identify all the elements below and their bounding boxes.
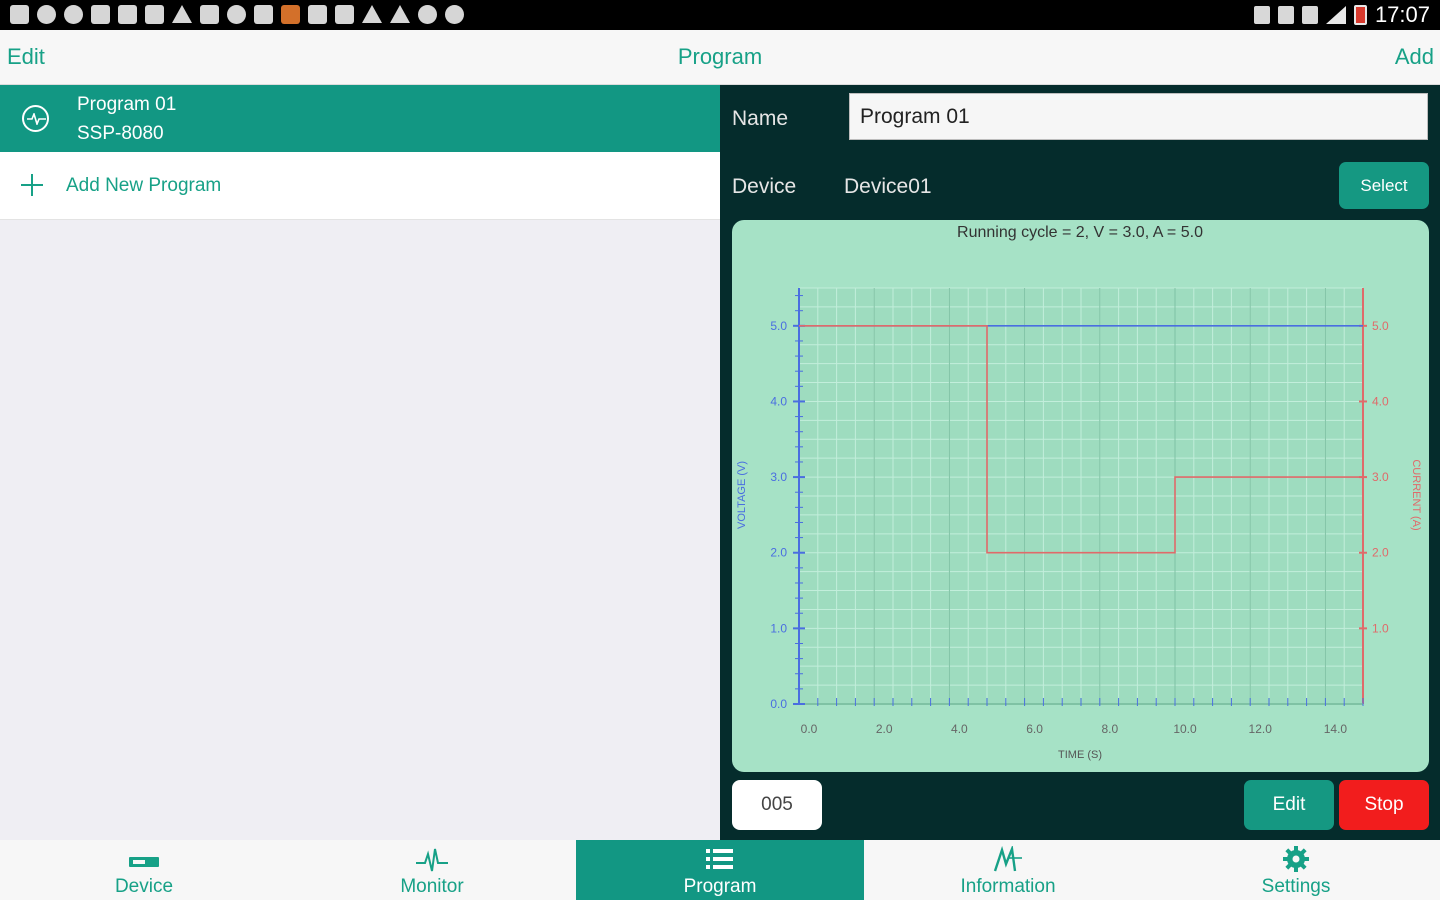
signal-icon — [1325, 6, 1346, 24]
sync-icon — [227, 5, 246, 24]
program-device: SSP-8080 — [77, 123, 164, 144]
gear-icon — [1283, 846, 1309, 872]
tab-settings[interactable]: Settings — [1152, 840, 1440, 900]
clock: 17:07 — [1374, 2, 1430, 27]
y-tick-label-right: 3.0 — [1372, 470, 1389, 484]
device-label: Device — [732, 175, 797, 198]
x-tick-label: 8.0 — [1101, 722, 1118, 736]
bluetooth-icon — [1253, 6, 1270, 24]
device-icon — [129, 857, 159, 867]
program-list-item[interactable]: Program 01 SSP-8080 — [0, 85, 720, 152]
edit-button[interactable]: Edit — [7, 44, 45, 70]
mail-icon — [200, 5, 219, 24]
program-list: Program 01 SSP-8080 Add New Program — [0, 85, 720, 840]
y-tick-label-right: 1.0 — [1372, 621, 1389, 635]
y-tick-label-right: 2.0 — [1372, 546, 1389, 560]
y-tick-label-left: 0.0 — [770, 697, 787, 711]
tab-monitor-label: Monitor — [400, 876, 464, 897]
hangouts-icon — [64, 5, 83, 24]
y-tick-label-right: 4.0 — [1372, 394, 1389, 408]
image-icon — [91, 5, 110, 24]
warning-icon — [362, 5, 382, 23]
y-axis-label-left: VOLTAGE (V) — [736, 461, 748, 529]
app-icon — [281, 5, 300, 24]
name-label: Name — [732, 107, 789, 130]
add-button[interactable]: Add — [1395, 44, 1434, 70]
y-tick-label-left: 4.0 — [770, 394, 787, 408]
notification-icons — [10, 5, 464, 24]
facebook-icon — [10, 5, 29, 24]
x-tick-label: 6.0 — [1026, 722, 1043, 736]
y-tick-label-left: 1.0 — [770, 621, 787, 635]
usb-icon — [37, 5, 56, 24]
warning-icon — [390, 5, 410, 23]
program-name-input[interactable] — [849, 93, 1428, 140]
app-icon — [254, 5, 273, 24]
status-bar: 17:07 — [0, 0, 1440, 30]
select-device-button[interactable]: Select — [1339, 162, 1429, 209]
tab-program-label: Program — [683, 876, 757, 897]
calendar-icon — [145, 5, 164, 24]
page-title: Program — [677, 44, 763, 69]
add-new-program-label: Add New Program — [66, 175, 222, 196]
warning-icon — [172, 5, 192, 23]
vibrate-icon — [1277, 6, 1294, 24]
plus-icon — [21, 174, 43, 196]
chat-icon — [335, 5, 354, 24]
wifi-icon — [1301, 6, 1318, 24]
x-tick-label: 4.0 — [951, 722, 968, 736]
top-navigation-bar: Edit Program Add — [0, 30, 1440, 85]
program-name: Program 01 — [77, 94, 177, 115]
tab-device-label: Device — [114, 876, 174, 897]
program-detail-panel: Name Device Device01 Select 0.0 2.0 4.0 6.0… — [720, 85, 1440, 840]
tab-settings-label: Settings — [1261, 876, 1331, 897]
y-tick-label-left: 2.0 — [770, 546, 787, 560]
tab-information[interactable]: Information — [864, 840, 1152, 900]
cycle-count-field[interactable]: 005 — [732, 780, 822, 830]
tab-program[interactable]: Program — [576, 840, 864, 900]
x-tick-label: 10.0 — [1173, 722, 1197, 736]
information-icon — [993, 846, 1022, 872]
list-icon — [706, 849, 733, 869]
device-value: Device01 — [844, 175, 932, 198]
program-chart: 0.0 2.0 4.0 6.0 8.0 10.0 12.0 14.0 0.0 1.0 2.0 3.0 4… — [732, 220, 1429, 772]
waveform-icon — [22, 105, 49, 132]
monitor-pulse-icon — [416, 848, 448, 872]
tab-information-label: Information — [960, 876, 1056, 897]
system-status: 17:07 — [1253, 2, 1430, 28]
add-new-program-row[interactable]: Add New Program — [0, 152, 720, 220]
x-tick-label: 14.0 — [1324, 722, 1348, 736]
chart-title: Running cycle = 2, V = 3.0, A = 5.0 — [957, 224, 1203, 241]
y-tick-label-right: 5.0 — [1372, 319, 1389, 333]
cloud-upload-icon — [445, 5, 464, 24]
y-tick-label-left: 5.0 — [770, 319, 787, 333]
battery-icon — [1353, 5, 1367, 25]
x-tick-label: 12.0 — [1249, 722, 1273, 736]
cloud-upload-icon — [418, 5, 437, 24]
tab-device[interactable]: Device — [0, 840, 288, 900]
document-icon — [308, 5, 327, 24]
chart-canvas: 0.0 2.0 4.0 6.0 8.0 10.0 12.0 14.0 0.0 1.0 2.0 3.0 4… — [736, 224, 1422, 761]
x-axis-label: TIME (S) — [1058, 749, 1102, 761]
x-tick-label: 0.0 — [801, 722, 818, 736]
y-axis-label-right: CURRENT (A) — [1410, 459, 1422, 530]
stop-button[interactable]: Stop — [1339, 780, 1429, 830]
tab-monitor[interactable]: Monitor — [288, 840, 576, 900]
mail-icon — [118, 5, 137, 24]
x-tick-label: 2.0 — [876, 722, 893, 736]
edit-program-button[interactable]: Edit — [1244, 780, 1334, 830]
bottom-tab-bar: Device Monitor Program Information Setti… — [0, 840, 1440, 900]
y-tick-label-left: 3.0 — [770, 470, 787, 484]
